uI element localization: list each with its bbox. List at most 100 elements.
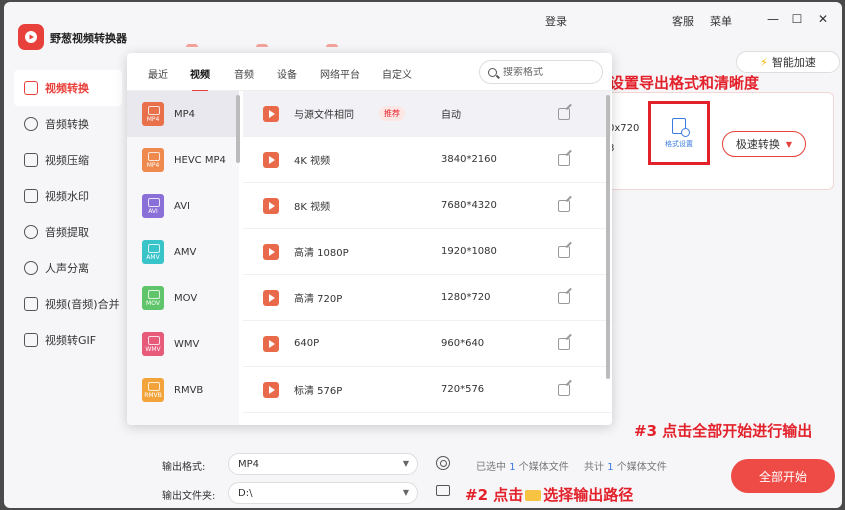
menu-link[interactable]: 菜单 xyxy=(710,13,732,29)
format-item-hevc-mp4[interactable]: MP4 HEVC MP4 xyxy=(127,137,239,183)
output-folder-label: 输出文件夹: xyxy=(162,491,216,502)
quality-row[interactable]: 与源文件相同 推荐 自动 xyxy=(243,91,611,137)
maximize-icon[interactable]: ☐ xyxy=(790,12,804,26)
format-item-mp4[interactable]: MP4 MP4 xyxy=(127,91,239,137)
tab-strip-icon xyxy=(186,44,198,52)
quality-row[interactable]: 标清 576P 720*576 xyxy=(243,367,611,413)
video-icon xyxy=(263,105,279,122)
sidebar-item-audio-extract[interactable]: 音频提取 xyxy=(4,214,126,250)
quality-name: 标清 576P xyxy=(294,386,343,397)
chevron-down-icon: ▼ xyxy=(402,459,409,468)
tab-device[interactable]: 设备 xyxy=(277,66,297,81)
format-item-label: RMVB xyxy=(174,384,204,396)
quality-list-scrollbar[interactable] xyxy=(606,95,610,379)
edit-icon[interactable] xyxy=(558,153,570,166)
edit-icon[interactable] xyxy=(558,107,570,120)
format-search-input[interactable] xyxy=(503,66,593,78)
rmvb-file-icon: RMVB xyxy=(142,378,164,402)
edit-icon[interactable] xyxy=(558,199,570,212)
sidebar-item-label: 视频(音频)合并 xyxy=(45,298,120,311)
fast-convert-button[interactable]: 极速转换 ▼ xyxy=(722,131,806,157)
video-icon xyxy=(263,289,279,306)
support-link[interactable]: 客服 xyxy=(672,13,694,29)
search-icon xyxy=(488,67,497,77)
sidebar-item-label: 视频转换 xyxy=(45,82,89,95)
folder-open-icon[interactable] xyxy=(436,485,450,496)
output-format-select[interactable]: MP4 ▼ xyxy=(228,453,418,475)
annotation-step2-b: 选择输出路径 xyxy=(543,486,634,504)
tab-video[interactable]: 视频 xyxy=(190,66,210,92)
quality-list: 与源文件相同 推荐 自动 4K 视频 3840*2160 8K 视频 7680*… xyxy=(243,91,611,425)
quality-row[interactable]: 640P 960*640 xyxy=(243,321,611,367)
login-link[interactable]: 登录 xyxy=(545,13,567,29)
quality-resolution: 720*576 xyxy=(441,384,485,395)
format-list: MP4 MP4 MP4 HEVC MP4 AVI AVI AMV AMV MOV… xyxy=(127,91,239,425)
format-item-mov[interactable]: MOV MOV xyxy=(127,275,239,321)
sidebar-item-label: 音频提取 xyxy=(45,226,89,239)
total-count: 1 xyxy=(607,462,614,473)
quality-resolution: 1280*720 xyxy=(441,292,491,303)
edit-icon[interactable] xyxy=(558,383,570,396)
quality-name: 640P xyxy=(294,338,320,349)
edit-icon[interactable] xyxy=(558,291,570,304)
tab-custom[interactable]: 自定义 xyxy=(382,66,412,81)
video-icon xyxy=(263,243,279,260)
format-item-wmv[interactable]: WMV WMV xyxy=(127,321,239,367)
folder-icon xyxy=(525,490,542,501)
app-logo-icon xyxy=(18,24,44,50)
sidebar-item-video-to-gif[interactable]: 视频转GIF xyxy=(4,322,126,358)
format-item-label: HEVC MP4 xyxy=(174,154,226,166)
person-icon xyxy=(24,261,38,275)
quality-name: 4K 视频 xyxy=(294,156,331,167)
sidebar-item-merge[interactable]: 视频(音频)合并 xyxy=(4,286,126,322)
audio-extract-icon xyxy=(24,225,38,239)
sidebar-item-video-convert[interactable]: 视频转换 xyxy=(14,70,122,106)
selected-count: 1 xyxy=(509,462,516,473)
video-convert-icon xyxy=(24,81,38,95)
quality-row[interactable]: 4K 视频 3840*2160 xyxy=(243,137,611,183)
format-item-rmvb[interactable]: RMVB RMVB xyxy=(127,367,239,413)
quality-row[interactable]: 8K 视频 7680*4320 xyxy=(243,183,611,229)
sidebar-item-label: 视频水印 xyxy=(45,190,89,203)
format-item-avi[interactable]: AVI AVI xyxy=(127,183,239,229)
sidebar-item-video-watermark[interactable]: 视频水印 xyxy=(4,178,126,214)
tab-audio[interactable]: 音频 xyxy=(234,66,254,81)
sidebar: 视频转换 音频转换 视频压缩 视频水印 音频提取 人声分离 视频(音频)合并 视… xyxy=(4,70,126,358)
format-settings-icon xyxy=(672,117,690,137)
sidebar-item-video-compress[interactable]: 视频压缩 xyxy=(4,142,126,178)
format-search[interactable] xyxy=(479,60,603,84)
smart-speed-badge[interactable]: ⚡ 智能加速 xyxy=(736,51,840,73)
tab-recent[interactable]: 最近 xyxy=(148,66,168,81)
app-window: 野葱视频转换器 登录 客服 菜单 — ☐ ✕ ⚡ 智能加速 视频转换 音频转换 … xyxy=(4,2,842,508)
video-icon xyxy=(263,335,279,352)
output-folder-select[interactable]: D:\ ▼ xyxy=(228,482,418,504)
sidebar-item-label: 人声分离 xyxy=(45,262,89,275)
edit-icon[interactable] xyxy=(558,337,570,350)
close-icon[interactable]: ✕ xyxy=(816,12,830,26)
quality-resolution: 自动 xyxy=(441,110,461,121)
format-item-label: MP4 xyxy=(174,108,196,120)
gif-icon xyxy=(24,333,38,347)
sidebar-item-audio-convert[interactable]: 音频转换 xyxy=(4,106,126,142)
minimize-icon[interactable]: — xyxy=(766,12,780,26)
format-list-scrollbar[interactable] xyxy=(236,95,240,163)
gear-icon[interactable] xyxy=(436,456,450,470)
tab-network-platform[interactable]: 网络平台 xyxy=(320,66,360,81)
sidebar-item-vocal-separate[interactable]: 人声分离 xyxy=(4,250,126,286)
start-all-button[interactable]: 全部开始 xyxy=(731,459,835,493)
format-item-label: WMV xyxy=(174,338,200,350)
edit-icon[interactable] xyxy=(558,245,570,258)
sidebar-item-label: 视频压缩 xyxy=(45,154,89,167)
sidebar-item-label: 音频转换 xyxy=(45,118,89,131)
wmv-file-icon: WMV xyxy=(142,332,164,356)
format-settings-label: 格式设置 xyxy=(665,139,693,148)
output-folder-value: D:\ xyxy=(238,487,253,499)
quality-resolution: 7680*4320 xyxy=(441,200,497,211)
quality-row[interactable]: 高清 1080P 1920*1080 xyxy=(243,229,611,275)
quality-row[interactable]: 高清 720P 1280*720 xyxy=(243,275,611,321)
quality-name: 与源文件相同 xyxy=(294,110,354,121)
quality-resolution: 1920*1080 xyxy=(441,246,497,257)
format-settings-button[interactable]: 格式设置 xyxy=(648,101,710,165)
format-item-amv[interactable]: AMV AMV xyxy=(127,229,239,275)
caret-down-icon: ▼ xyxy=(785,139,793,149)
